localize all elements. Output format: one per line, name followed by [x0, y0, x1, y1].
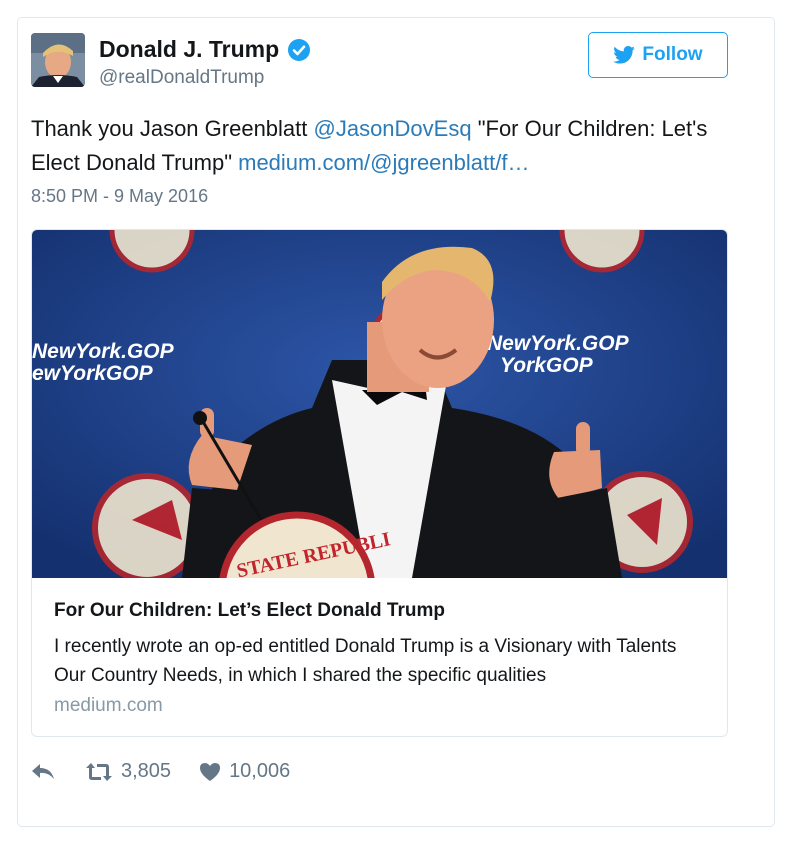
mention-link[interactable]: @JasonDovEsq [314, 116, 472, 141]
verified-badge-icon [288, 38, 311, 61]
retweet-icon [86, 762, 112, 781]
backdrop-text-right-1: NewYork.GOP [487, 332, 630, 355]
backdrop-text-right-2: YorkGOP [500, 354, 594, 377]
backdrop-text-left-2: ewYorkGOP [32, 362, 154, 385]
card-title[interactable]: For Our Children: Let’s Elect Donald Tru… [54, 600, 445, 622]
twitter-bird-icon [613, 46, 636, 64]
like-count: 10,006 [229, 760, 291, 782]
follow-button[interactable]: Follow [588, 32, 728, 78]
card-description: I recently wrote an op-ed entitled Donal… [54, 636, 677, 686]
like-button[interactable]: 10,006 [199, 760, 290, 783]
tweet-timestamp[interactable]: 8:50 PM - 9 May 2016 [31, 186, 208, 207]
tweet-text-start: Thank you Jason Greenblatt [31, 116, 314, 141]
follow-label: Follow [642, 44, 703, 65]
reply-button[interactable] [31, 762, 55, 782]
backdrop-text-left-1: NewYork.GOP [32, 340, 175, 363]
tweet-text: Thank you Jason Greenblatt @JasonDovEsq … [31, 112, 731, 180]
retweet-count: 3,805 [121, 760, 172, 782]
user-handle[interactable]: @realDonaldTrump [99, 67, 264, 89]
user-name[interactable]: Donald J. Trump [99, 36, 279, 63]
heart-icon [200, 762, 221, 781]
card-domain: medium.com [54, 695, 163, 716]
retweet-button[interactable]: 3,805 [85, 760, 171, 783]
link-preview-card[interactable]: NewYork.GOP ewYorkGOP NewYork.GOP YorkGO… [31, 229, 728, 737]
avatar[interactable] [31, 33, 85, 87]
tweet-actions: 3,805 10,006 [31, 760, 290, 783]
reply-icon [32, 763, 54, 779]
article-link[interactable]: medium.com/@jgreenblatt/f… [238, 150, 529, 175]
article-photo: NewYork.GOP ewYorkGOP NewYork.GOP YorkGO… [32, 230, 727, 578]
